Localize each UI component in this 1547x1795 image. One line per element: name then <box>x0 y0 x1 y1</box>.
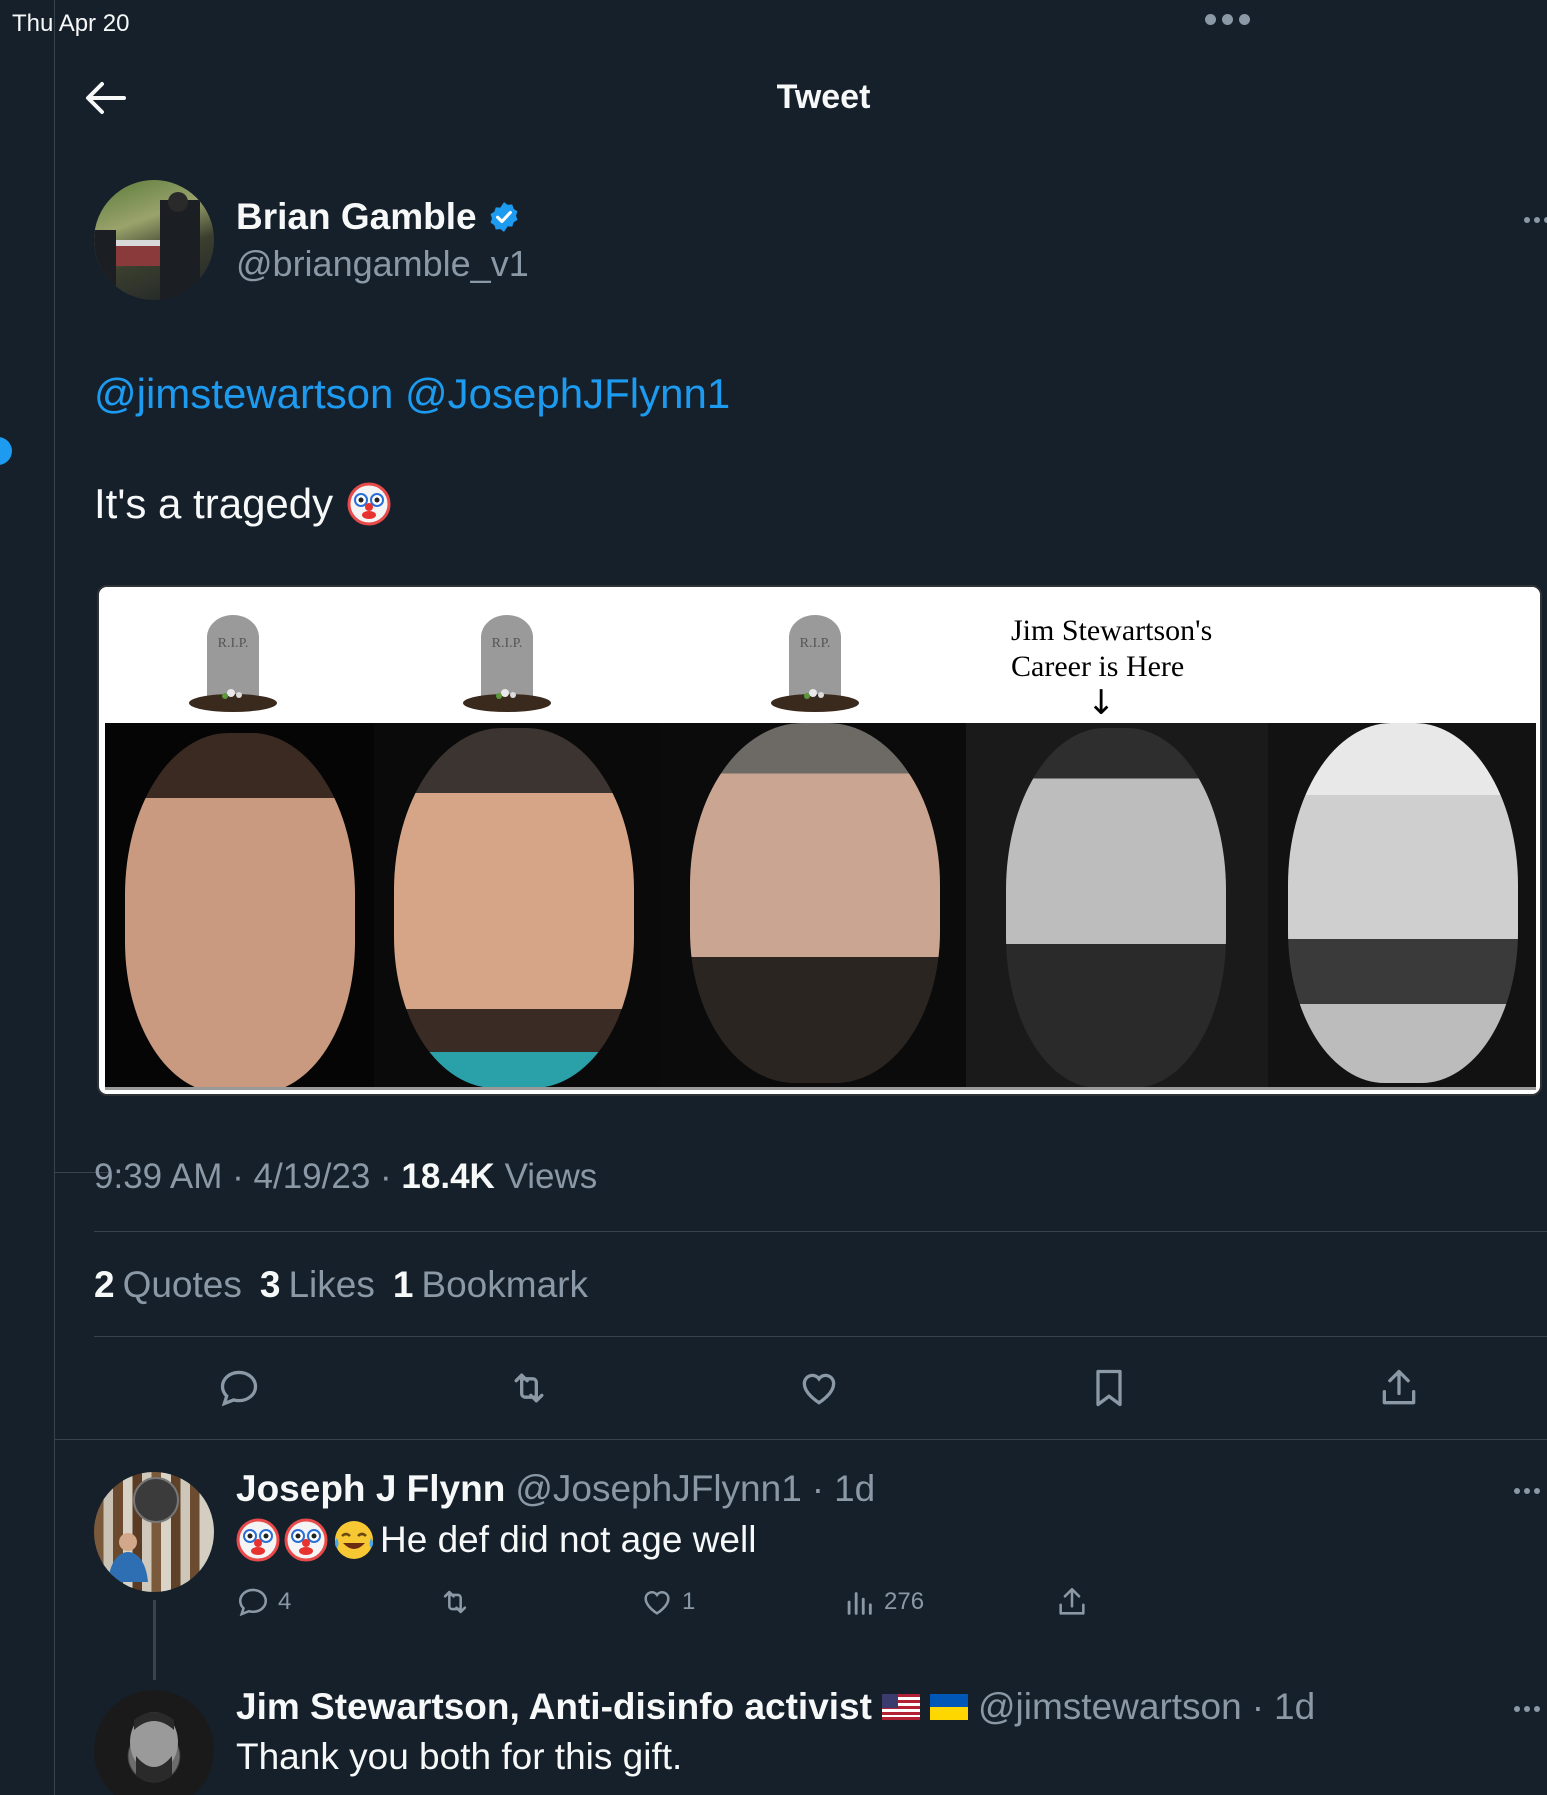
us-flag-icon <box>881 1694 920 1720</box>
quotes-stat[interactable]: 2 Quotes <box>94 1264 242 1306</box>
tombstone-image: R.I.P. <box>463 615 551 712</box>
reply-author-name[interactable]: Joseph J Flynn <box>236 1468 505 1510</box>
reply-avatar[interactable] <box>94 1472 214 1592</box>
reply-retweet-button[interactable] <box>438 1585 472 1619</box>
likes-stat[interactable]: 3 Likes <box>260 1264 375 1306</box>
views-label: Views <box>504 1157 598 1196</box>
tombstone-label: R.I.P. <box>800 636 831 651</box>
retweet-icon[interactable] <box>507 1366 551 1410</box>
compose-badge[interactable] <box>0 437 12 465</box>
mention-link[interactable]: @jimstewartson <box>94 370 393 417</box>
analytics-icon <box>847 1592 872 1615</box>
reply-more-icon[interactable] <box>1514 1488 1540 1494</box>
tears-of-joy-icon <box>335 1521 373 1559</box>
author-name[interactable]: Brian Gamble <box>236 196 477 238</box>
reply-text: He def did not age well <box>236 1518 756 1562</box>
reply-reply-button[interactable]: 4 <box>236 1585 291 1619</box>
reply-count: 4 <box>278 1588 292 1615</box>
reply-text-content: Thank you both for this gift. <box>236 1736 683 1777</box>
tweet-stats: 2 Quotes 3 Likes 1 Bookmark <box>94 1264 588 1306</box>
tombstone-image: R.I.P. <box>189 615 277 712</box>
status-time: Thu Apr 20 <box>12 10 130 37</box>
bookmark-icon[interactable] <box>1087 1366 1131 1410</box>
reply-avatar[interactable] <box>94 1690 214 1795</box>
photo-strip <box>105 723 1536 1090</box>
reply-views-button[interactable]: 276 <box>842 1585 924 1619</box>
thread-line <box>153 1600 156 1680</box>
like-icon <box>644 1591 670 1615</box>
photo-panel <box>1268 723 1536 1087</box>
tweet-mentions: @jimstewartson @JosephJFlynn1 <box>94 370 730 418</box>
clown-face-icon <box>236 1518 280 1562</box>
divider <box>94 1336 1547 1337</box>
photo-panel <box>966 723 1268 1087</box>
tweet-image[interactable]: R.I.P. R.I.P. R.I.P. Jim Stewartson's Ca… <box>97 585 1542 1096</box>
sidebar-divider <box>54 0 108 1795</box>
reply-age[interactable]: 1d <box>834 1468 875 1510</box>
tweet-text-content: It's a tragedy <box>94 480 334 527</box>
photo-panel <box>374 723 660 1087</box>
ukraine-flag-icon <box>929 1694 968 1720</box>
view-count: 276 <box>884 1588 925 1615</box>
reply-icon[interactable] <box>217 1366 261 1410</box>
like-count: 1 <box>682 1588 696 1615</box>
bookmarks-stat[interactable]: 1 Bookmark <box>393 1264 588 1306</box>
reply-text: Thank you both for this gift. <box>236 1736 682 1778</box>
author-avatar[interactable] <box>94 180 214 300</box>
tombstone-image: R.I.P. <box>771 615 859 712</box>
share-icon[interactable] <box>1377 1366 1421 1410</box>
clown-face-icon <box>347 482 391 526</box>
photo-panel <box>105 723 374 1087</box>
reply-author-handle[interactable]: @jimstewartson <box>978 1686 1242 1728</box>
reply-share-button[interactable] <box>1055 1585 1089 1619</box>
tombstone-label: R.I.P. <box>218 636 249 651</box>
reply-more-icon[interactable] <box>1514 1706 1540 1712</box>
mention-link[interactable]: @JosephJFlynn1 <box>405 370 730 417</box>
tweet-text: It's a tragedy <box>94 480 391 528</box>
divider <box>55 1439 1547 1440</box>
image-caption: Jim Stewartson's Career is Here <box>1011 613 1212 685</box>
like-icon[interactable] <box>797 1366 841 1410</box>
clown-face-icon <box>284 1518 328 1562</box>
image-caption-line: Jim Stewartson's <box>1011 614 1213 647</box>
down-arrow-icon: ↓ <box>1087 683 1116 723</box>
reply-icon <box>238 1588 268 1617</box>
reply-author-name[interactable]: Jim Stewartson, Anti-disinfo activist <box>236 1686 872 1728</box>
reply-like-button[interactable]: 1 <box>640 1585 695 1619</box>
views-count: 18.4K <box>401 1157 495 1196</box>
tweet-more-icon[interactable] <box>1524 217 1547 223</box>
share-icon <box>1059 1587 1085 1615</box>
photo-panel <box>660 723 966 1087</box>
tombstone-label: R.I.P. <box>492 636 523 651</box>
reply-text-content: He def did not age well <box>380 1519 757 1560</box>
image-caption-line: Career is Here <box>1011 650 1185 683</box>
page-title: Tweet <box>776 78 871 116</box>
retweet-icon <box>443 1590 467 1614</box>
multitasking-dots[interactable] <box>1205 14 1250 25</box>
reply-age[interactable]: 1d <box>1274 1686 1315 1728</box>
tweet-meta: 9:39 AM · 4/19/23 · 18.4K Views <box>94 1157 598 1196</box>
tweet-time: 9:39 AM <box>94 1157 223 1196</box>
reply-author-handle[interactable]: @JosephJFlynn1 <box>515 1468 801 1510</box>
author-handle[interactable]: @briangamble_v1 <box>236 243 529 285</box>
verified-badge-icon <box>490 202 518 232</box>
divider <box>94 1231 1547 1232</box>
tweet-date: 4/19/23 <box>253 1157 371 1196</box>
